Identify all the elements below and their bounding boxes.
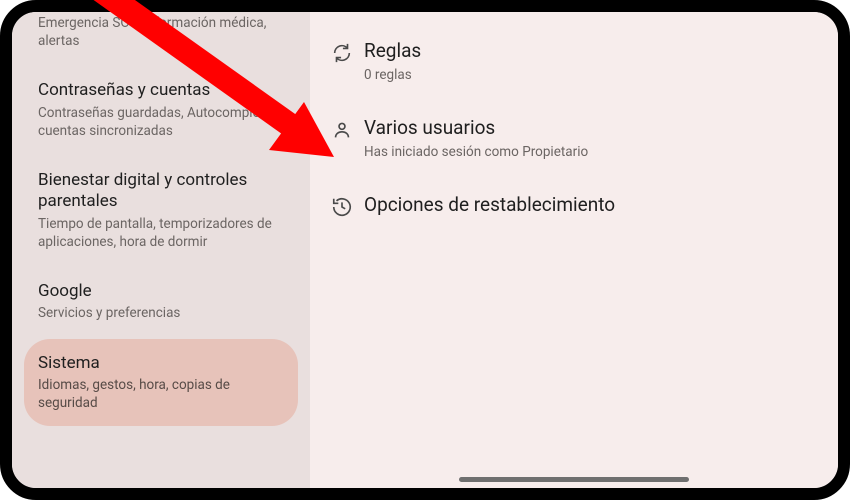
sidebar-item-google[interactable]: Google Servicios y preferencias: [12, 273, 310, 334]
settings-sidebar: Emergencia SOS, información médica, aler…: [12, 12, 310, 488]
sidebar-item-subtitle: Contraseñas guardadas, Autocompletar, cu…: [38, 104, 284, 140]
setting-row-subtitle: Has iniciado sesión como Propietario: [364, 144, 812, 160]
sidebar-item-subtitle: Idiomas, gestos, hora, copias de segurid…: [38, 376, 284, 412]
setting-row-multiple-users[interactable]: Varios usuarios Has iniciado sesión como…: [320, 103, 812, 180]
sidebar-item-title: Google: [38, 281, 284, 302]
gesture-nav-handle[interactable]: [459, 477, 689, 482]
person-icon: [320, 117, 364, 141]
sidebar-item-title: Bienestar digital y controles parentales: [38, 170, 284, 213]
settings-screen: Emergencia SOS, información médica, aler…: [12, 12, 838, 488]
setting-row-reset-options[interactable]: Opciones de restablecimiento: [320, 180, 812, 238]
sidebar-item-subtitle: Tiempo de pantalla, temporizadores de ap…: [38, 215, 284, 251]
setting-row-title: Varios usuarios: [364, 117, 812, 140]
tablet-frame: Emergencia SOS, información médica, aler…: [0, 0, 850, 500]
setting-row-rules[interactable]: Reglas 0 reglas: [320, 26, 812, 103]
sidebar-item-passwords-accounts[interactable]: Contraseñas y cuentas Contraseñas guarda…: [12, 72, 310, 152]
settings-main-panel: Reglas 0 reglas Varios usuarios Has inic…: [310, 12, 838, 488]
setting-row-title: Opciones de restablecimiento: [364, 194, 812, 217]
sidebar-item-digital-wellbeing[interactable]: Bienestar digital y controles parentales…: [12, 162, 310, 263]
sidebar-item-subtitle: Emergencia SOS, información médica, aler…: [38, 14, 284, 50]
setting-row-subtitle: 0 reglas: [364, 67, 812, 83]
sidebar-item-subtitle: Servicios y preferencias: [38, 304, 284, 322]
history-icon: [320, 194, 364, 218]
sidebar-item-title: Sistema: [38, 353, 284, 374]
sync-icon: [320, 40, 364, 64]
sidebar-item-title: Contraseñas y cuentas: [38, 80, 284, 101]
setting-row-title: Reglas: [364, 40, 812, 63]
sidebar-item-system[interactable]: Sistema Idiomas, gestos, hora, copias de…: [24, 339, 298, 427]
sidebar-item-security[interactable]: Emergencia SOS, información médica, aler…: [12, 14, 310, 62]
